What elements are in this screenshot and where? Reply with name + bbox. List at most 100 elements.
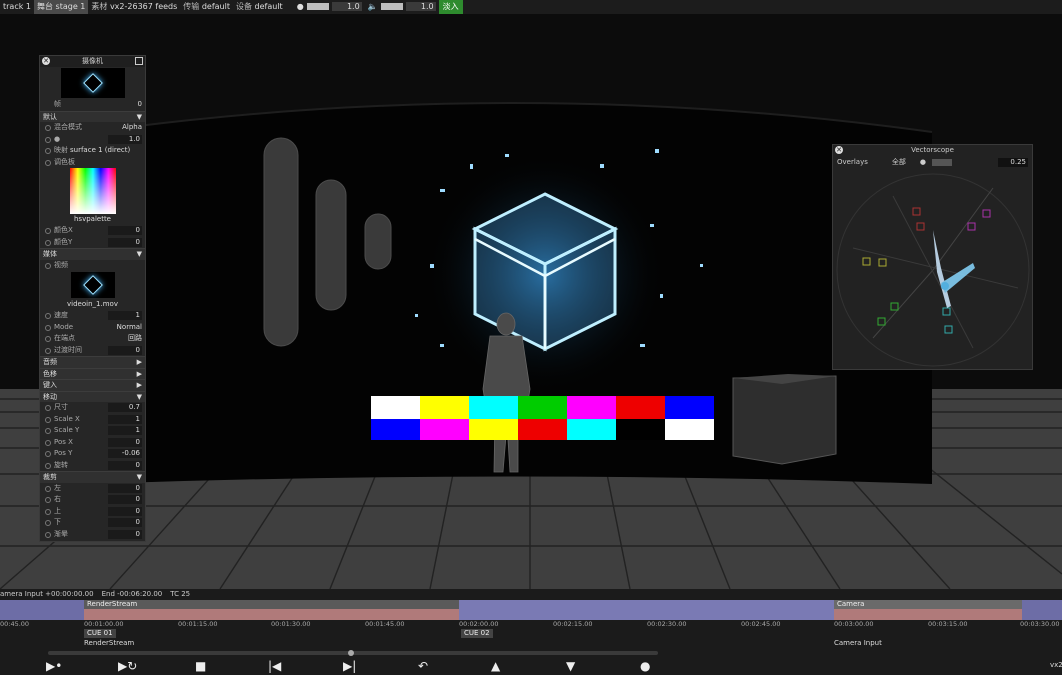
keyframe-icon[interactable]	[45, 262, 51, 269]
pos-y-field[interactable]: -0.06	[108, 449, 142, 459]
brightness-slider[interactable]	[306, 3, 329, 10]
keyframe-icon[interactable]	[45, 136, 51, 143]
cue-marker[interactable]: CUE 02	[461, 629, 493, 638]
scroll-handle[interactable]	[348, 650, 354, 656]
keyframe-icon[interactable]	[45, 336, 51, 342]
keyframe-icon[interactable]	[45, 462, 51, 469]
track-segment[interactable]	[459, 600, 834, 620]
size-field[interactable]: 0.7	[108, 403, 142, 413]
transport-tab[interactable]: 传输 default	[180, 0, 233, 14]
crop-bottom-field[interactable]: 0	[108, 518, 142, 528]
renderstream-segment[interactable]: RenderStream	[84, 600, 459, 620]
color-shift-section-label: 色移	[43, 369, 57, 378]
collapse-icon: ▼	[136, 112, 142, 121]
keyframe-icon[interactable]	[45, 324, 51, 331]
keyframe-icon[interactable]	[45, 520, 51, 526]
keyframe-icon[interactable]	[45, 485, 51, 492]
mode-label: Mode	[54, 322, 74, 331]
blend-row: 混合模式 Alpha	[40, 122, 145, 134]
color-x-field[interactable]: 0	[108, 226, 142, 236]
play-to-end-icon[interactable]: ▶•	[46, 659, 62, 673]
brightness-value[interactable]: 1.0	[331, 2, 362, 11]
brightness-field[interactable]: 1.0	[108, 134, 142, 144]
move-section[interactable]: 移动 ▼	[40, 390, 145, 402]
keying-section[interactable]: 键入 ▶	[40, 379, 145, 391]
scale-y-field[interactable]: 1	[108, 426, 142, 436]
crop-right-field[interactable]: 0	[108, 495, 142, 505]
crop-top-field[interactable]: 0	[108, 506, 142, 516]
timecode-rate: TC 25	[170, 590, 191, 598]
crop-section[interactable]: 裁剪 ▼	[40, 471, 145, 483]
stage-viewport[interactable]: ✕ 摄像机 帧0 默认 ▼ 混合模式 Alpha ● 1.0 映射 surface 1 …	[0, 14, 1062, 589]
media-section[interactable]: 媒体 ▼	[40, 248, 145, 260]
cue-marker[interactable]: CUE 01	[84, 629, 116, 638]
video-thumbnail[interactable]	[70, 272, 115, 298]
close-icon[interactable]: ✕	[42, 57, 50, 65]
media-tab[interactable]: 素材 vx2-26367 feeds	[88, 0, 180, 14]
keyframe-icon[interactable]	[45, 347, 51, 354]
transition-field[interactable]: 0	[108, 345, 142, 355]
keyframe-icon[interactable]	[45, 313, 51, 319]
default-section[interactable]: 默认 ▼	[40, 110, 145, 122]
camera-panel: ✕ 摄像机 帧0 默认 ▼ 混合模式 Alpha ● 1.0 映射 surface 1 …	[39, 55, 146, 542]
audio-section[interactable]: 音频 ▶	[40, 356, 145, 368]
keyframe-icon[interactable]	[45, 428, 51, 434]
record-icon[interactable]: ●	[640, 659, 650, 673]
crop-left-field[interactable]: 0	[108, 483, 142, 493]
track-segment[interactable]	[0, 600, 84, 620]
volume-control[interactable]: 🔈 1.0	[365, 0, 439, 14]
next-icon[interactable]: ▶|	[343, 659, 356, 673]
keyframe-icon[interactable]	[45, 239, 51, 246]
rotate-field[interactable]: 0	[108, 460, 142, 470]
blend-value[interactable]: Alpha	[122, 122, 142, 134]
track-lane[interactable]: RenderStream Camera	[0, 600, 1062, 620]
keyframe-icon[interactable]	[45, 405, 51, 411]
keyframe-icon[interactable]	[45, 125, 51, 131]
volume-value[interactable]: 1.0	[405, 2, 436, 11]
keyframe-icon[interactable]	[45, 497, 51, 503]
overlays-row: Overlays 全部 ● 0.25	[833, 156, 1032, 168]
keyframe-icon[interactable]	[45, 439, 51, 446]
keyframe-icon[interactable]	[45, 228, 51, 234]
keyframe-icon[interactable]	[45, 148, 51, 154]
overlays-value[interactable]: 全部	[892, 157, 906, 167]
keyframe-icon[interactable]	[45, 508, 51, 515]
mode-value[interactable]: Normal	[117, 322, 142, 334]
close-icon[interactable]: ✕	[835, 146, 843, 154]
up-icon[interactable]: ▲	[491, 659, 500, 673]
device-tab[interactable]: 设备 default	[233, 0, 286, 14]
brightness-control[interactable]: ● 1.0	[294, 0, 365, 14]
return-icon[interactable]: ↶	[418, 659, 428, 673]
stop-icon[interactable]: ■	[195, 659, 206, 673]
keyframe-icon[interactable]	[45, 416, 51, 423]
top-toolbar: track 1 舞台 stage 1 素材 vx2-26367 feeds 传输…	[0, 0, 1062, 14]
down-icon[interactable]: ▼	[566, 659, 575, 673]
gain-field[interactable]: 0.25	[998, 157, 1028, 167]
volume-slider[interactable]	[380, 3, 403, 10]
previous-icon[interactable]: |◀	[268, 659, 281, 673]
at-end-value[interactable]: 回路	[128, 333, 142, 345]
gain-icon: ●	[919, 158, 926, 166]
hsv-palette-swatch[interactable]	[69, 168, 116, 214]
track-segment[interactable]	[1022, 600, 1062, 620]
keyframe-icon[interactable]	[45, 451, 51, 457]
color-shift-section[interactable]: 色移 ▶	[40, 367, 145, 379]
timeline-scrollbar[interactable]	[48, 650, 658, 656]
mapping-value[interactable]: surface 1 (direct)	[70, 145, 130, 157]
frame-value[interactable]: 0	[138, 99, 142, 111]
color-y-field[interactable]: 0	[108, 237, 142, 247]
keyframe-icon[interactable]	[45, 159, 51, 166]
camera-segment[interactable]: Camera	[834, 600, 1022, 620]
gain-slider[interactable]	[931, 158, 952, 166]
pos-x-field[interactable]: 0	[108, 437, 142, 447]
feather-field[interactable]: 0	[108, 529, 142, 539]
popout-icon[interactable]	[135, 57, 143, 65]
speed-field[interactable]: 1	[108, 311, 142, 321]
stage-tab[interactable]: 舞台 stage 1	[34, 0, 89, 14]
loop-play-icon[interactable]: ▶↻	[118, 659, 137, 673]
track-tab[interactable]: track 1	[0, 0, 34, 14]
expand-icon: ▶	[136, 381, 142, 389]
scale-x-field[interactable]: 1	[108, 414, 142, 424]
fade-in-button[interactable]: 淡入	[438, 0, 463, 14]
keyframe-icon[interactable]	[45, 531, 51, 538]
